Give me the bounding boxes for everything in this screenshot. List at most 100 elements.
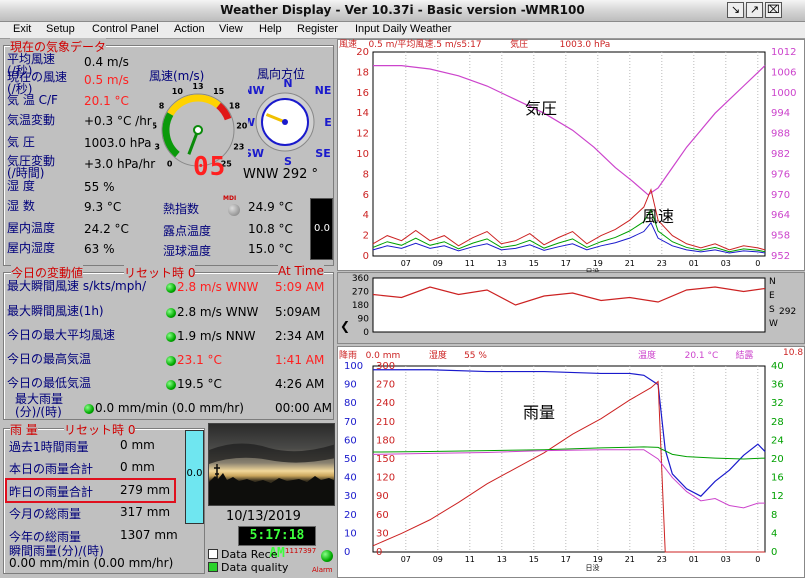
y-left-tick-label: 360 xyxy=(352,274,369,284)
extra-row-value: 15.0 °C xyxy=(248,242,293,256)
daily-row-time: 5:09 AM xyxy=(275,280,325,294)
alarm-label: Alarm xyxy=(312,566,333,574)
minimize-button[interactable]: ↘ xyxy=(727,2,744,18)
x-tick-label: 21 xyxy=(625,259,635,268)
mdi-indicator-icon xyxy=(228,204,240,216)
rain-row-value: 1307 mm xyxy=(120,528,178,542)
rain-row-label: 過去1時間雨量 xyxy=(9,440,89,454)
daily-row-value: 1.9 m/s NNW xyxy=(177,329,256,343)
y-mid-tick-label: 0 xyxy=(376,547,382,558)
x-tick-label: 07 xyxy=(401,555,411,564)
gauge-tick-label: 20 xyxy=(236,121,248,130)
y-left-tick-label: 14 xyxy=(356,108,369,119)
current-direction-label: 292 xyxy=(779,307,796,317)
status-dot-icon xyxy=(166,308,176,318)
y-right-tick-label: 964 xyxy=(771,210,790,221)
daily-row-label: 今日の最高気温 xyxy=(7,352,92,366)
menu-help[interactable]: Help xyxy=(259,23,282,35)
y-right-tick-label: 958 xyxy=(771,231,790,242)
y-left-tick-label: 2 xyxy=(363,231,369,242)
current-row-value: 0.5 m/s xyxy=(84,73,129,87)
compass-dir-label: SE xyxy=(315,147,330,160)
y-mid-tick-label: 270 xyxy=(376,380,395,391)
title-bar: Weather Display - Ver 10.37i - Basic ver… xyxy=(0,0,805,22)
chart1-svg: 07 09 11 13 15 17 19 21 23 01 03 0日没024681012141618… xyxy=(356,47,796,272)
compass-dir-label: S xyxy=(284,155,292,167)
current-row-label: 湿 度 xyxy=(7,179,35,193)
x-tick-label: 0 xyxy=(755,259,760,268)
side-meter: 0.0 xyxy=(310,198,333,260)
gauge-tick-label: 5 xyxy=(153,121,157,130)
x-tick-label: 13 xyxy=(497,259,507,268)
x-tick-label: 23 xyxy=(657,259,667,268)
menu-exit[interactable]: Exit xyxy=(13,23,31,35)
menu-input-daily-weather[interactable]: Input Daily Weather xyxy=(355,23,451,35)
x-tick-label: 19 xyxy=(593,555,603,564)
mdi-label: MDI xyxy=(223,195,237,202)
x-tick-label: 07 xyxy=(401,259,411,268)
rain-row-value: 279 mm xyxy=(120,483,171,497)
x-tick-label: 15 xyxy=(529,259,539,268)
y-right-tick-label: 20 xyxy=(771,454,784,465)
current-row-value: +0.3 °C /hr xyxy=(84,114,152,128)
compass-hub xyxy=(282,119,288,125)
daily-row-value: 0.0 mm/min (0.0 mm/hr) xyxy=(95,401,244,415)
close-button[interactable]: ⌧ xyxy=(765,2,782,18)
rain-row-label: 今月の総雨量 xyxy=(9,507,82,521)
wind-direction-reading: WNW 292 ° xyxy=(243,167,319,182)
daily-row-label: 今日の最低気温 xyxy=(7,376,92,390)
y-left-tick-label: 60 xyxy=(344,435,357,446)
extra-row-label: 露点温度 xyxy=(163,224,212,238)
daily-row-label: 最大瞬間風速 s/kts/mph/ xyxy=(7,279,147,293)
menu-action[interactable]: Action xyxy=(174,23,205,35)
window-title: Weather Display - Ver 10.37i - Basic ver… xyxy=(220,3,585,17)
status-dot-icon xyxy=(166,380,176,390)
rain-row-value: 317 mm xyxy=(120,505,171,519)
compass-dir-label: SW xyxy=(248,147,264,160)
rain-reset-label[interactable]: リセット時 0 xyxy=(64,421,136,438)
y-left-tick-label: 4 xyxy=(363,210,369,221)
y-left-tick-label: 10 xyxy=(344,528,357,539)
webcam-date: 10/13/2019 xyxy=(226,509,301,524)
data-rece-label: Data Rece xyxy=(221,548,278,561)
gauge-tick-label: 8 xyxy=(159,101,165,110)
x-tick-label: 13 xyxy=(497,555,507,564)
menu-setup[interactable]: Setup xyxy=(46,23,75,35)
x-tick-label: 11 xyxy=(465,555,475,564)
daily-row-label: 最大瞬間風速(1h) xyxy=(7,304,104,318)
y-right-tick-label: S xyxy=(769,305,775,315)
annotation-wind: 風速 xyxy=(642,207,674,226)
y-right-tick-label: 24 xyxy=(771,435,784,446)
current-row-value: +3.0 hPa/hr xyxy=(84,157,156,171)
y-right-tick-label: W xyxy=(769,319,778,329)
y-right-tick-label: 994 xyxy=(771,108,790,119)
y-right-tick-label: 36 xyxy=(771,380,784,391)
y-right-tick-label: 28 xyxy=(771,417,784,428)
chart3-svg: 07 09 11 13 15 17 19 21 23 01 03 0日没0 010 3020 6030 904… xyxy=(344,361,784,572)
y-right-tick-label: 1000 xyxy=(771,88,796,99)
menu-register[interactable]: Register xyxy=(297,23,338,35)
current-row-value: 9.3 °C xyxy=(84,200,122,214)
status-dot-icon xyxy=(84,404,94,414)
rain-row-value: 0.00 mm/min (0.00 mm/hr) xyxy=(9,556,174,570)
y-mid-tick-label: 240 xyxy=(376,398,395,409)
y-right-tick-label: 1012 xyxy=(771,47,796,58)
gauge-tick-label: 13 xyxy=(192,82,203,91)
maximize-button[interactable]: ↗ xyxy=(746,2,763,18)
chart2-svg: 360 270 180 90 0 NESW292 ❮ xyxy=(340,274,796,338)
daily-row-label: 今日の最大平均風速 xyxy=(7,328,116,342)
y-left-tick-label: 12 xyxy=(356,129,369,140)
menu-control-panel[interactable]: Control Panel xyxy=(92,23,159,35)
menu-view[interactable]: View xyxy=(219,23,243,35)
gauge-hub xyxy=(193,125,203,135)
weather-display-window: Weather Display - Ver 10.37i - Basic ver… xyxy=(0,0,805,578)
webcam-image[interactable] xyxy=(208,423,335,506)
current-row-value: 1003.0 hPa xyxy=(84,136,152,150)
rain-meter: 0.0 xyxy=(185,430,204,524)
y-right-tick-label: 4 xyxy=(771,528,777,539)
current-row-value: 55 % xyxy=(84,180,115,194)
rain-section-title: 雨 量 xyxy=(10,421,38,438)
current-row-label: 現在の風速 (/秒) xyxy=(7,70,68,96)
x-axis-label: 日没 xyxy=(586,563,600,572)
gauge-tick-label: 0 xyxy=(167,160,173,169)
